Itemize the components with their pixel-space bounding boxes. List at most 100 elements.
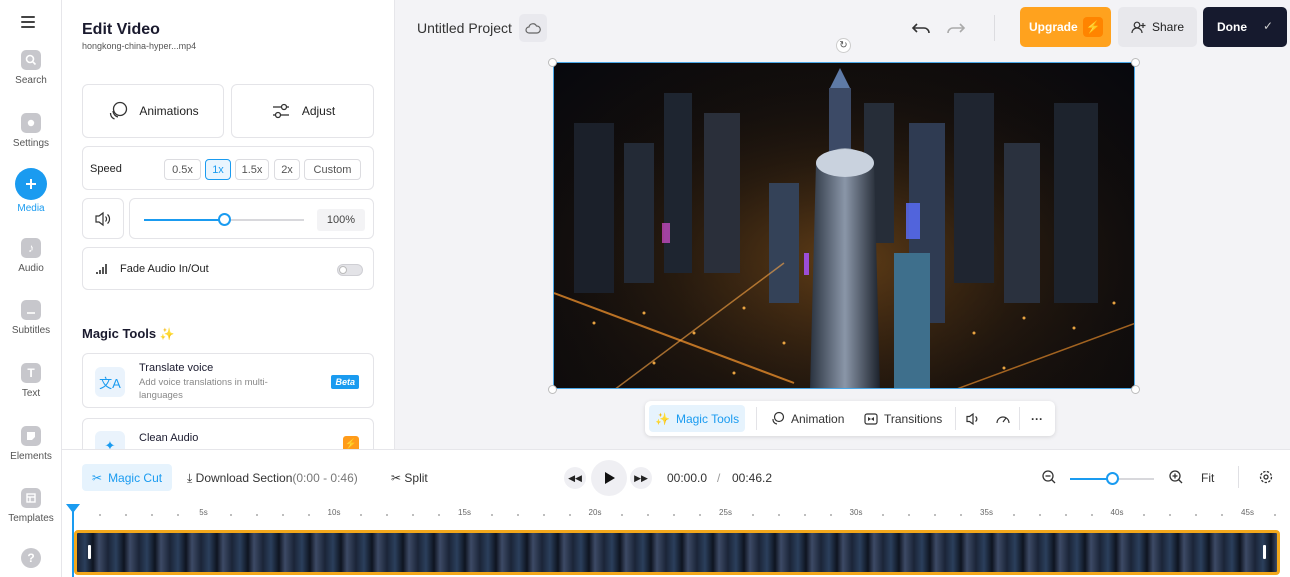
fit-button[interactable]: Fit [1201,471,1214,485]
play-button[interactable] [591,460,627,496]
translate-voice-card[interactable]: 文A Translate voice Add voice translation… [82,353,374,408]
gear-icon[interactable] [1258,469,1274,485]
transitions-label: Transitions [884,411,943,426]
magic-cut-label: Magic Cut [108,470,163,485]
volume-button[interactable] [959,405,987,432]
magic-cut-button[interactable]: ✂ Magic Cut [82,464,173,491]
sidebar-item-search[interactable]: Search [0,50,62,86]
upgrade-label: Upgrade [1029,20,1078,34]
premium-bolt-icon: ⚡ [343,436,359,449]
magic-tools-button[interactable]: ✨ Magic Tools [649,405,746,432]
gear-icon [21,113,41,133]
speed-option-1-5x[interactable]: 1.5x [235,159,269,180]
zoom-slider-thumb[interactable] [1105,472,1119,485]
done-button[interactable]: Done ✓ [1203,7,1287,47]
toolbar-divider [756,407,757,430]
scissors-icon: ✂ [391,471,402,485]
resize-handle-bottom-left[interactable] [548,385,557,394]
sidebar-item-subtitles[interactable]: Subtitles [0,300,62,336]
transitions-button[interactable]: Transitions [858,405,948,432]
upgrade-button[interactable]: Upgrade ⚡ [1020,7,1111,47]
clip-toolbar: ✨ Magic Tools Animation Transitions ··· [645,401,1055,436]
timeline-ruler[interactable]: 5s 10s 15s 20s 25s 30s 35s 40s 45s [62,505,1290,525]
sidebar-item-text[interactable]: T Text [0,363,62,399]
transitions-icon [864,412,878,425]
sidebar-item-label: Settings [12,138,50,149]
ruler-tick-label: 10s [327,508,341,517]
toolbar-divider [1238,466,1239,488]
help-button[interactable]: ? [0,548,62,573]
volume-value[interactable]: 100% [317,209,365,231]
zoom-in-icon[interactable] [1168,469,1184,485]
clean-audio-card[interactable]: ✦ Clean Audio ⚡ [82,418,374,449]
ruler-tick [803,514,806,516]
video-preview[interactable] [553,62,1135,389]
subtitles-icon [21,300,41,320]
speed-button[interactable] [989,405,1017,432]
ruler-tick [255,514,258,516]
video-clip[interactable] [74,530,1280,575]
toolbar-divider [1019,407,1020,430]
more-options-icon[interactable]: ··· [1025,405,1049,432]
animation-button[interactable]: Animation [763,405,850,432]
search-icon [21,50,41,70]
download-section-button[interactable]: ⤓ Download Section(0:00 - 0:46) [187,471,358,486]
ruler-tick [177,514,180,516]
project-name[interactable]: Untitled Project [417,20,512,36]
check-icon: ✓ [1262,19,1273,33]
sidebar-item-templates[interactable]: Templates [0,488,62,524]
speed-option-2x[interactable]: 2x [274,159,300,180]
speaker-icon [966,412,978,425]
download-section-label: Download Section [195,471,293,485]
sidebar-item-label: Media [17,203,45,214]
ruler-tick-label: 5s [199,508,208,517]
fade-audio-toggle[interactable] [337,264,363,276]
resize-handle-bottom-right[interactable] [1131,385,1140,394]
cloud-sync-icon[interactable] [519,14,547,42]
volume-slider-thumb[interactable] [217,213,231,226]
sidebar-item-audio[interactable]: ♪ Audio [0,238,62,274]
ruler-tick [960,514,963,516]
speed-control: Speed 0.5x 1x 1.5x 2x Custom [82,146,374,190]
magic-cut-icon: ✂ [92,470,103,485]
sidebar-item-settings[interactable]: Settings [0,113,62,149]
time-separator: / [717,471,721,485]
undo-icon[interactable] [909,16,933,40]
ruler-tick-label: 35s [980,508,993,517]
adjust-icon [272,103,289,119]
clip-trim-handle-right[interactable] [1263,545,1266,559]
sparkle-icon: ✨ [655,411,670,426]
speed-option-1x[interactable]: 1x [205,159,231,180]
video-track [62,525,1290,577]
edit-video-panel: Edit Video hongkong-china-hyper...mp4 An… [62,0,395,449]
zoom-out-icon[interactable] [1041,469,1057,485]
resize-handle-top-right[interactable] [1131,58,1140,67]
ruler-tick [229,514,232,516]
hamburger-menu-icon[interactable] [21,16,35,31]
sidebar-item-label: Elements [10,451,52,462]
animation-label: Animation [791,411,845,426]
animations-icon [110,101,128,120]
translate-icon: 文A [95,367,125,397]
sidebar-item-media[interactable]: Media [0,168,62,214]
skip-forward-icon[interactable]: ▶▶ [630,467,652,489]
add-user-icon [1131,21,1146,33]
resize-handle-top-left[interactable] [548,58,557,67]
rotate-handle-icon[interactable]: ↻ [836,38,851,53]
share-label: Share [1151,20,1185,34]
speed-option-0-5x[interactable]: 0.5x [164,159,201,180]
speed-option-custom[interactable]: Custom [304,159,361,180]
ruler-tick [151,514,154,516]
redo-icon[interactable] [944,16,968,40]
magic-tools-title-text: Magic Tools [82,326,157,341]
playhead[interactable] [66,504,80,577]
clip-trim-handle-left[interactable] [88,545,91,559]
share-button[interactable]: Share [1118,7,1197,47]
adjust-button[interactable]: Adjust [231,84,374,138]
mute-button[interactable] [82,198,124,239]
sidebar-item-elements[interactable]: Elements [0,426,62,462]
animations-button[interactable]: Animations [82,84,224,138]
split-button[interactable]: ✂ Split [391,471,428,485]
skip-back-icon[interactable]: ◀◀ [564,467,586,489]
video-editor-app: Search Settings Media ♪ Audio Subtitles [0,0,1290,577]
